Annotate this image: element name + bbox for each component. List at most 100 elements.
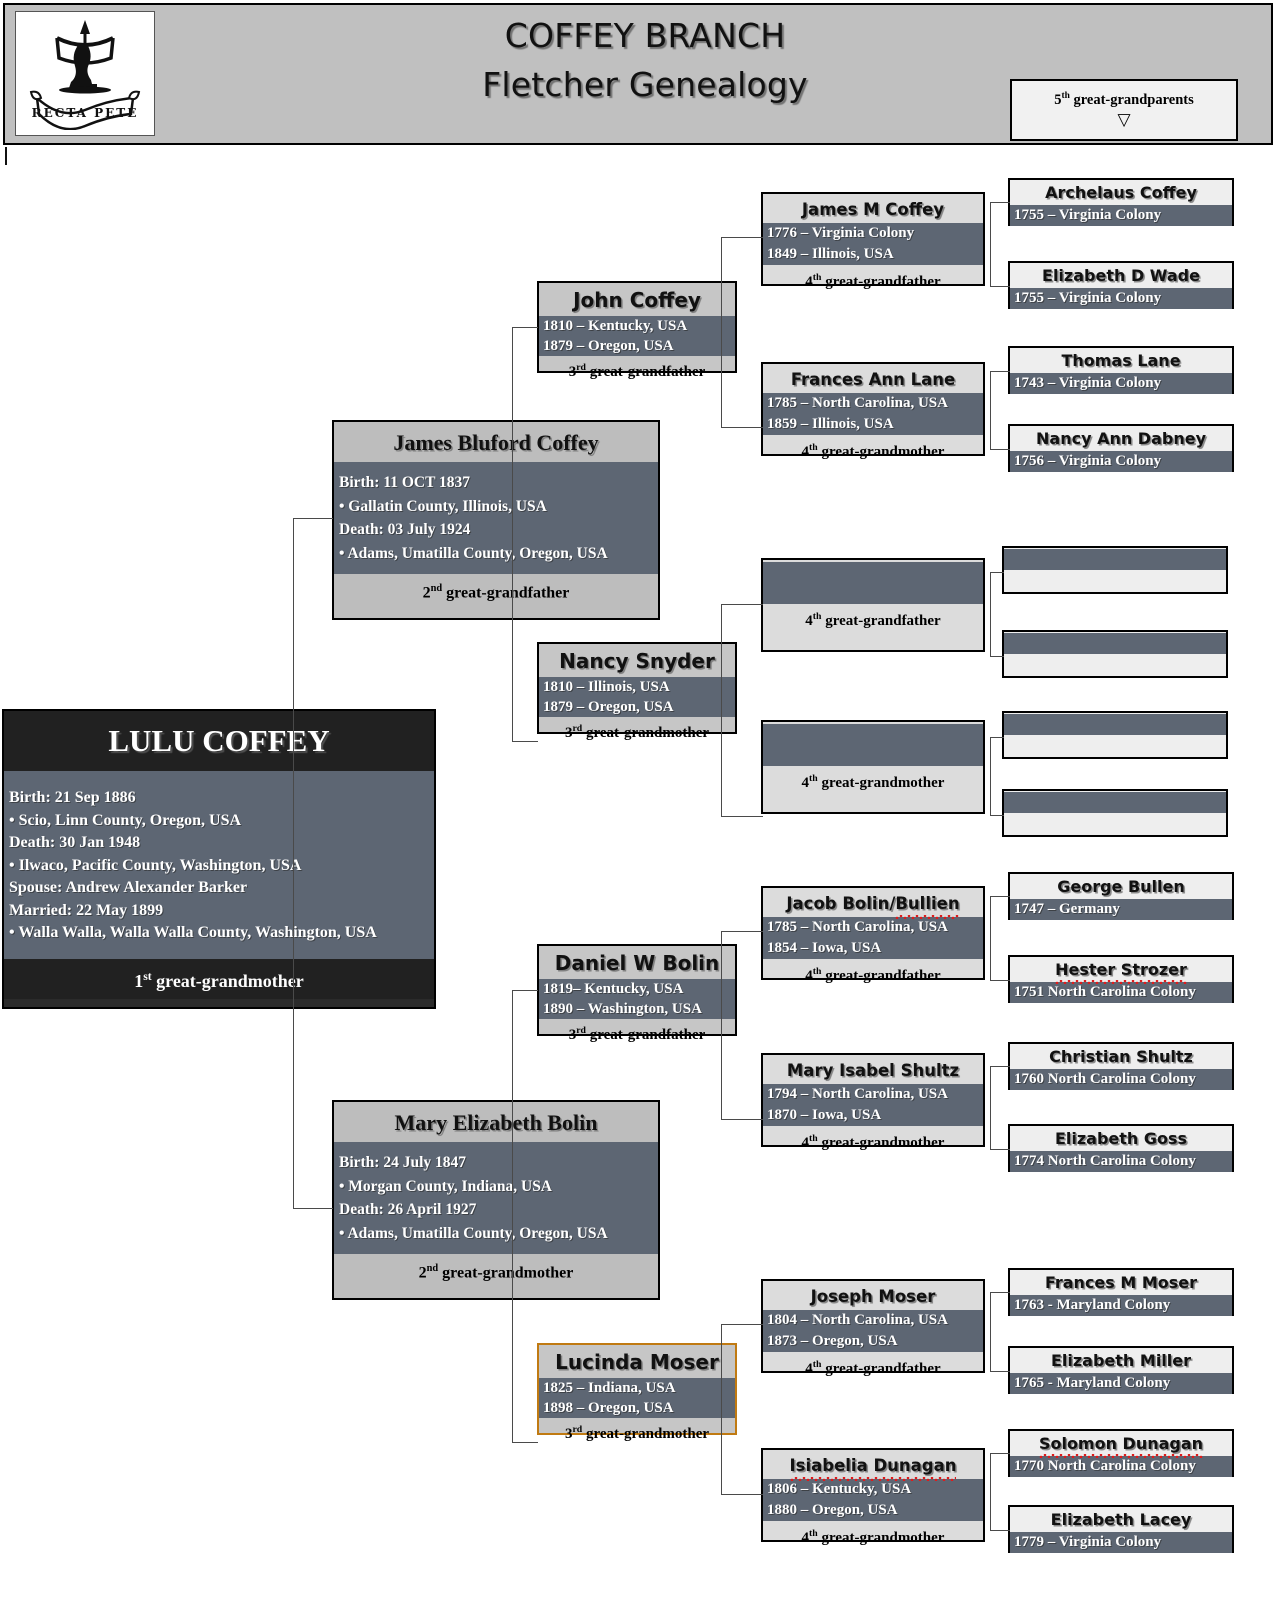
crest-motto-text: RECTA PETE — [32, 106, 139, 120]
person-name: Jacob Bolin/Bullien — [763, 888, 983, 919]
connector-line — [990, 371, 1010, 372]
relation-number: 4 — [805, 968, 813, 984]
genealogy-chart-canvas: RECTA PETE COFFEY BRANCH Fletcher Geneal… — [0, 0, 1278, 1614]
connector-line — [721, 931, 763, 932]
connector-line — [990, 202, 1010, 203]
connector-line — [990, 449, 1010, 450]
person-card-nancy-ann-dabney[interactable]: Nancy Ann Dabney 1756 – Virginia Colony — [1008, 424, 1234, 472]
person-card-daniel-w-bolin[interactable]: Daniel W Bolin 1819– Kentucky, USA 1890 … — [537, 944, 737, 1043]
person-name: Mary Elizabeth Bolin — [394, 1110, 598, 1135]
person-name: Isiabelia Dunagan — [763, 1450, 983, 1481]
page-subtitle: Fletcher Genealogy — [482, 65, 808, 104]
detail-line: Birth: 24 July 1847 — [339, 1154, 467, 1171]
birth-line: 1810 – Illinois, USA — [543, 679, 670, 695]
person-card-solomon-dunagan[interactable]: Solomon Dunagan 1770 North Carolina Colo… — [1008, 1429, 1234, 1477]
person-card-elizabeth-miller[interactable]: Elizabeth Miller 1765 - Maryland Colony — [1008, 1346, 1234, 1394]
person-card-thomas-lane[interactable]: Thomas Lane 1743 – Virginia Colony — [1008, 346, 1234, 394]
relation-number: 2 — [418, 1264, 427, 1282]
person-card-mary-isabel-shultz[interactable]: Mary Isabel Shultz 1794 – North Carolina… — [761, 1053, 985, 1151]
relation-label: 4th great-grandfather — [763, 1352, 983, 1382]
person-name: Hester Strozer — [1010, 957, 1232, 984]
connector-line — [721, 604, 763, 605]
header-title-group: COFFEY BRANCH Fletcher Genealogy — [335, 13, 955, 111]
person-card-lucinda-moser[interactable]: Lucinda Moser 1825 – Indiana, USA 1898 –… — [537, 1343, 737, 1442]
person-name: Lucinda Moser — [555, 1350, 719, 1374]
connector-line — [512, 990, 513, 1442]
relation-ordinal-suffix: th — [809, 442, 818, 453]
person-card-joseph-moser[interactable]: Joseph Moser 1804 – North Carolina, USA … — [761, 1279, 985, 1377]
relation-text: great-grandfather — [585, 364, 706, 380]
person-name: Solomon Dunagan — [1010, 1431, 1232, 1458]
person-name: Mary Isabel Shultz — [786, 1061, 960, 1080]
person-name: Elizabeth D Wade — [1042, 266, 1200, 285]
person-details: 1810 – Kentucky, USA 1879 – Oregon, USA — [539, 316, 735, 356]
page-title: COFFEY BRANCH — [504, 16, 786, 55]
birth-line: 1765 - Maryland Colony — [1010, 1373, 1232, 1394]
person-card-hester-strozer[interactable]: Hester Strozer 1751 North Carolina Colon… — [1008, 955, 1234, 1003]
connector-line — [990, 737, 991, 815]
person-name: Daniel W Bolin — [554, 951, 720, 975]
relation-label: 3rd great-grandfather — [539, 1019, 735, 1047]
relation-label: 3rd great-grandmother — [539, 1418, 735, 1446]
person-card-frances-ann-lane[interactable]: Frances Ann Lane 1785 – North Carolina, … — [761, 362, 985, 460]
relation-text: great-grandmother — [817, 444, 945, 460]
connector-line — [293, 518, 333, 519]
person-card-james-m-coffey[interactable]: James M Coffey 1776 – Virginia Colony 18… — [761, 192, 985, 290]
relation-number: 4 — [805, 1361, 813, 1377]
person-card-jacob-bolin-bullien[interactable]: Jacob Bolin/Bullien 1785 – North Carolin… — [761, 886, 985, 984]
person-name-misspelled-part: Isiabelia Dunagan — [789, 1452, 956, 1481]
person-card-george-bullen[interactable]: George Bullen 1747 – Germany — [1008, 872, 1234, 920]
person-name-misspelled-part: Bullien — [895, 890, 960, 919]
person-card-frances-m-moser[interactable]: Frances M Moser 1763 - Maryland Colony — [1008, 1268, 1234, 1316]
person-name: Elizabeth Goss — [1054, 1129, 1188, 1148]
person-card-archelaus-coffey[interactable]: Archelaus Coffey 1755 – Virginia Colony — [1008, 178, 1234, 226]
birth-line: 1776 – Virginia Colony — [767, 225, 915, 241]
generation-legend[interactable]: 5th great-grandparents ▽ — [1010, 79, 1238, 141]
relation-ordinal-suffix: st — [143, 969, 152, 983]
person-card-elizabeth-lacey[interactable]: Elizabeth Lacey 1779 – Virginia Colony — [1008, 1505, 1234, 1553]
person-card-unknown-4th-great-grandfather[interactable]: 4th great-grandfather — [761, 558, 985, 652]
connector-line — [990, 1453, 991, 1530]
person-card-nancy-snyder[interactable]: Nancy Snyder 1810 – Illinois, USA 1879 –… — [537, 642, 737, 741]
relation-number: 4 — [801, 1135, 810, 1151]
person-details: 1785 – North Carolina, USA 1854 – Iowa, … — [763, 917, 983, 959]
person-card-james-bluford-coffey[interactable]: James Bluford Coffey Birth: 11 OCT 1837 … — [332, 420, 660, 620]
person-details: 1794 – North Carolina, USA 1870 – Iowa, … — [763, 1084, 983, 1126]
person-details: 1785 – North Carolina, USA 1859 – Illino… — [763, 393, 983, 435]
person-details: Birth: 11 OCT 1837 • Gallatin County, Il… — [334, 462, 658, 574]
person-name: Frances Ann Lane — [790, 370, 956, 389]
person-card-elizabeth-d-wade[interactable]: Elizabeth D Wade 1755 – Virginia Colony — [1008, 261, 1234, 309]
connector-line — [721, 237, 722, 427]
connector-line — [990, 1066, 991, 1149]
detail-line: • Adams, Umatilla County, Oregon, USA — [339, 544, 608, 562]
connector-line — [990, 980, 1010, 981]
person-card-mary-elizabeth-bolin[interactable]: Mary Elizabeth Bolin Birth: 24 July 1847… — [332, 1100, 660, 1300]
person-name: Joseph Moser — [810, 1287, 936, 1306]
relation-label: 4th great-grandfather — [763, 604, 983, 634]
connector-line — [721, 1119, 763, 1120]
person-card-christian-shultz[interactable]: Christian Shultz 1760 North Carolina Col… — [1008, 1042, 1234, 1090]
death-line — [767, 583, 983, 604]
person-card-lulu-coffey[interactable]: LULU COFFEY Birth: 21 Sep 1886 • Scio, L… — [2, 709, 436, 1009]
person-details: 1776 – Virginia Colony 1849 – Illinois, … — [763, 223, 983, 265]
person-card-elizabeth-goss[interactable]: Elizabeth Goss 1774 North Carolina Colon… — [1008, 1124, 1234, 1172]
person-card-unknown-5th-2[interactable] — [1002, 630, 1228, 678]
connector-line — [512, 1442, 538, 1443]
person-card-unknown-4th-great-grandmother[interactable]: 4th great-grandmother — [761, 720, 985, 814]
person-card-john-coffey[interactable]: John Coffey 1810 – Kentucky, USA 1879 – … — [537, 281, 737, 380]
chevron-down-icon[interactable]: ▽ — [1012, 110, 1236, 130]
birth-line: 1779 – Virginia Colony — [1010, 1532, 1232, 1553]
birth-line: 1810 – Kentucky, USA — [543, 318, 688, 334]
detail-line: • Morgan County, Indiana, USA — [339, 1177, 553, 1195]
relation-ordinal-suffix: rd — [572, 723, 583, 734]
relation-number: 4 — [801, 1530, 810, 1546]
relation-text: great-grandfather — [585, 1027, 706, 1043]
relation-ordinal-suffix: rd — [572, 1424, 583, 1435]
connector-line — [721, 931, 722, 1119]
relation-text: great-grandfather — [821, 1361, 941, 1377]
person-card-unknown-5th-3[interactable] — [1002, 711, 1228, 759]
detail-line: • Walla Walla, Walla Walla County, Washi… — [9, 924, 377, 941]
person-card-unknown-5th-1[interactable] — [1002, 546, 1228, 594]
person-card-isiabelia-dunagan[interactable]: Isiabelia Dunagan 1806 – Kentucky, USA 1… — [761, 1448, 985, 1546]
person-card-unknown-5th-4[interactable] — [1002, 789, 1228, 837]
